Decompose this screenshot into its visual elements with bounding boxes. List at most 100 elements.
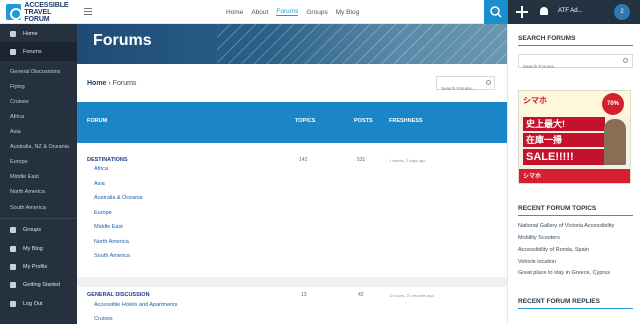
logo-text: ACCESSIBLE TRAVEL FORUM [24,2,76,23]
ad-person-image [604,119,626,165]
category-title[interactable]: GENERAL DISCUSSION [87,292,150,298]
forum-link[interactable]: Asia [94,181,105,187]
main-content: Forums Home › Forums FORUM TOPICS POSTS … [77,24,507,324]
logo-icon [6,4,23,20]
blog-icon [10,245,16,252]
nav-groups[interactable]: Groups [306,9,327,16]
sidebar-subitem[interactable]: Middle East [10,174,39,180]
search-icon[interactable] [486,80,491,85]
sidebar-search-box [518,54,633,73]
sidebar-item-log-out[interactable]: Log Out [0,294,77,313]
hero-texture [217,24,507,64]
nav-forums[interactable]: Forums [276,8,299,16]
sidebar-item-groups[interactable]: Groups [0,220,77,239]
search-icon[interactable] [623,58,628,63]
sidebar-item-forums[interactable]: Forums [0,42,77,61]
category-title[interactable]: DESTINATIONS [87,157,128,163]
advertisement-banner[interactable]: シマホ 70% 史上最大! 在庫一掃 SALE!!!!! シマホ [518,90,631,184]
add-icon[interactable] [516,6,528,18]
nav-my-blog[interactable]: My Blog [336,9,359,16]
category-divider [77,277,507,287]
forum-link[interactable]: Middle East [94,224,123,230]
logo-text-line1: ACCESSIBLE [24,1,69,9]
forum-link[interactable]: North America [94,239,129,245]
recent-topic-link[interactable]: Vehicle location [518,259,556,265]
sidebar-item-label: My Profile [23,263,48,270]
hero-banner: Forums [77,24,507,64]
sidebar-subitem[interactable]: Europe [10,159,28,165]
ad-sale-text: SALE!!!!! [523,149,613,165]
profile-icon [10,263,16,270]
recent-topic-link[interactable]: Great place to stay in Greece, Cyprus [518,270,610,276]
sidebar-subitem[interactable]: Flying [10,84,25,90]
sidebar-subitem[interactable]: Africa [10,114,24,120]
top-bar: ACCESSIBLE TRAVEL FORUM Home About Forum… [0,0,640,24]
nav-home[interactable]: Home [226,9,243,16]
page-root: ACCESSIBLE TRAVEL FORUM Home About Forum… [0,0,640,324]
recent-topics-heading: RECENT FORUM TOPICS [518,205,597,212]
top-navigation: Home About Forums Groups My Blog [226,0,359,24]
sidebar-subitem[interactable]: Cruises [10,99,29,105]
forum-link[interactable]: Australia & Oceania [94,195,143,201]
info-icon [10,281,16,288]
account-name[interactable]: ATF Ad... [558,8,583,14]
recent-replies-heading: RECENT FORUM REPLIES [518,298,600,305]
avatar[interactable]: 2 [614,4,630,20]
category-posts-count: 531 [357,157,366,163]
forum-link[interactable]: Accessible Hotels and Apartments [94,302,177,308]
breadcrumb: Home › Forums [87,80,136,87]
sidebar-item-getting-started[interactable]: Getting Started [0,275,77,294]
breadcrumb-separator: › [108,80,111,87]
ad-brand: シマホ [523,96,547,105]
account-bar: ATF Ad... 2 [508,0,640,24]
nav-about[interactable]: About [251,9,268,16]
category-topics-count: 142 [299,157,308,163]
sidebar-item-my-blog[interactable]: My Blog [0,239,77,258]
sidebar-item-my-profile[interactable]: My Profile [0,257,77,276]
forums-icon [10,48,16,55]
sidebar-subitem[interactable]: Australia, NZ & Oceania [10,144,69,150]
sidebar-item-label: Home [23,30,38,37]
sidebar-subitem[interactable]: South America [10,205,46,211]
recent-topic-link[interactable]: Accessibility of Ronda, Spain [518,247,589,253]
page-title: Forums [93,32,152,49]
sidebar-item-label: My Blog [23,245,43,252]
forum-search-input[interactable] [437,82,483,95]
header-forum: FORUM [87,118,108,124]
forum-link[interactable]: Cruises [94,316,113,322]
sidebar-divider [0,218,77,219]
top-search-button[interactable] [484,0,508,24]
search-icon [490,6,502,18]
recent-topic-link[interactable]: National Gallery of Victoria Accessibili… [518,223,614,229]
search-forums-heading: SEARCH FORUMS [518,35,576,42]
category-freshness[interactable]: 1 weeks, 2 days ago [389,158,425,163]
sidebar-search-input[interactable] [519,60,619,73]
category-topics-count: 13 [301,292,307,298]
breadcrumb-home[interactable]: Home [87,80,106,87]
hamburger-menu-icon[interactable] [84,8,92,15]
sidebar-item-label: Log Out [23,300,43,307]
sidebar-subitem[interactable]: North America [10,189,45,195]
recent-topic-link[interactable]: Mobility Scooters [518,235,560,241]
site-logo[interactable]: ACCESSIBLE TRAVEL FORUM [6,2,76,23]
sidebar-subitem[interactable]: General Discussions [10,69,60,75]
category-freshness[interactable]: 11 hours, 21 minutes ago [389,293,434,298]
heading-underline [518,45,633,46]
ad-headline: 史上最大! [523,117,605,131]
header-freshness: FRESHNESS [389,118,423,124]
forum-table-header: FORUM TOPICS POSTS FRESHNESS [77,102,507,143]
sidebar-item-home[interactable]: Home [0,24,77,43]
forum-link[interactable]: South America [94,253,130,259]
logo-text-line2: TRAVEL FORUM [24,8,52,23]
ad-subheadline: 在庫一掃 [523,133,605,147]
sidebar-subitem[interactable]: Asia [10,129,21,135]
home-icon [10,30,16,37]
ad-discount-badge: 70% [602,93,624,115]
heading-underline [518,308,633,309]
forum-search-box [436,76,495,95]
notification-bell-icon[interactable] [540,7,548,15]
forum-link[interactable]: Europe [94,210,112,216]
forum-link[interactable]: Africa [94,166,108,172]
breadcrumb-current: Forums [112,80,137,87]
ad-footer: シマホ [519,169,630,183]
